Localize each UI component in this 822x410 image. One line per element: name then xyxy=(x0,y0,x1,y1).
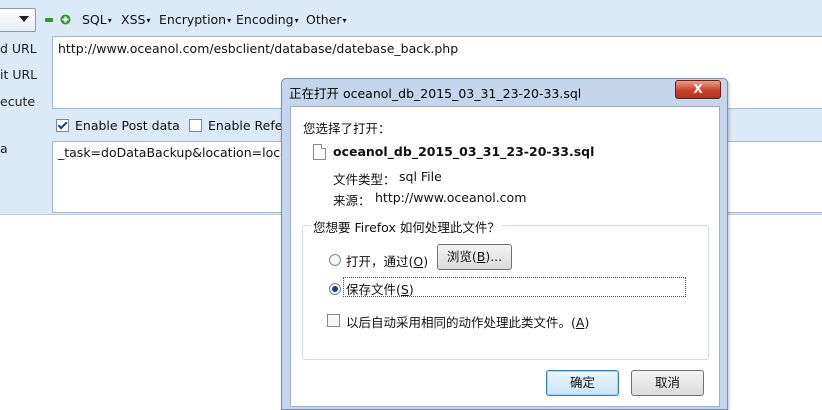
save-file-close-paren: ) xyxy=(408,282,414,297)
post-data-label: a xyxy=(0,141,8,156)
menu-xss[interactable]: XSS▾ xyxy=(121,12,150,27)
save-file-text: 保存文件( xyxy=(346,282,401,297)
menu-other-label: Other xyxy=(306,12,342,27)
browse-suffix: )... xyxy=(485,249,503,264)
browse-text: 浏览( xyxy=(446,249,477,264)
menu-other[interactable]: Other▾ xyxy=(306,12,347,27)
dropdown-arrow-icon: ▾ xyxy=(294,16,299,25)
file-icon xyxy=(313,144,326,160)
save-file-radio[interactable] xyxy=(329,283,341,295)
close-button[interactable]: X xyxy=(675,80,721,99)
url-value: http://www.oceanol.com/esbclient/databas… xyxy=(58,41,459,56)
source-label: 来源： xyxy=(333,193,371,208)
cancel-button[interactable]: 取消 xyxy=(631,370,704,396)
enable-referrer-checkbox[interactable]: Enable Refer xyxy=(189,118,288,133)
auto-action-close-paren: ) xyxy=(584,315,590,330)
chosen-label: 您选择了打开： xyxy=(303,121,391,136)
enable-post-checkbox[interactable]: Enable Post data xyxy=(56,118,180,133)
open-with-radio[interactable] xyxy=(329,254,341,266)
open-with-accesskey: O xyxy=(413,254,424,269)
menu-sql[interactable]: SQL▾ xyxy=(82,12,112,27)
save-file-label: 保存文件(S) xyxy=(346,279,414,298)
minus-icon[interactable] xyxy=(44,13,54,28)
dialog-title: 正在打开 oceanol_db_2015_03_31_23-20-33.sql xyxy=(289,86,582,101)
dialog-body: 您选择了打开： oceanol_db_2015_03_31_23-20-33.s… xyxy=(290,106,720,407)
split-url-button[interactable]: it URL xyxy=(0,67,37,82)
save-file-option[interactable]: 保存文件(S) xyxy=(343,277,686,297)
source-value: http://www.oceanol.com xyxy=(375,190,527,205)
enable-referrer-label: Enable Refer xyxy=(208,118,288,133)
dropdown-arrow-icon: ▾ xyxy=(342,16,347,25)
hackbar-toolbar: SQL▾ XSS▾ Encryption▾ Encoding▾ Other▾ xyxy=(0,5,822,33)
enable-post-label: Enable Post data xyxy=(75,118,180,133)
file-name: oceanol_db_2015_03_31_23-20-33.sql xyxy=(333,144,595,159)
menu-encryption[interactable]: Encryption▾ xyxy=(159,12,231,27)
plus-icon[interactable] xyxy=(60,13,71,28)
execute-button[interactable]: ecute xyxy=(0,94,35,109)
browse-button[interactable]: 浏览(B)... xyxy=(437,244,512,270)
checkbox-checked-icon xyxy=(56,119,69,132)
dropdown-arrow-icon: ▾ xyxy=(107,16,112,25)
file-type-value: sql File xyxy=(399,169,442,184)
file-type-label: 文件类型： xyxy=(333,172,396,187)
open-with-text: 打开，通过( xyxy=(346,254,414,269)
post-data-value: _task=doDataBackup&location=local xyxy=(58,145,292,160)
question-label: 您想要 Firefox 如何处理此文件？ xyxy=(311,217,502,236)
load-url-button[interactable]: d URL xyxy=(0,41,37,56)
auto-action-text: 以后自动采用相同的动作处理此类文件。( xyxy=(346,315,576,330)
open-with-label[interactable]: 打开，通过(O) xyxy=(346,251,428,270)
dropdown-arrow-icon: ▾ xyxy=(227,16,232,25)
auto-action-checkbox[interactable] xyxy=(327,314,340,327)
menu-encoding[interactable]: Encoding▾ xyxy=(236,12,299,27)
menu-encryption-label: Encryption xyxy=(159,12,227,27)
dropdown-arrow-icon: ▾ xyxy=(146,16,151,25)
file-open-dialog: 正在打开 oceanol_db_2015_03_31_23-20-33.sql … xyxy=(281,78,728,410)
menu-sql-label: SQL xyxy=(82,12,107,27)
action-group: 您想要 Firefox 如何处理此文件？ 打开，通过(O) 浏览(B)... 保… xyxy=(302,217,709,360)
ok-button[interactable]: 确定 xyxy=(546,370,619,396)
auto-action-label[interactable]: 以后自动采用相同的动作处理此类文件。(A) xyxy=(346,312,589,331)
menu-xss-label: XSS xyxy=(121,12,146,27)
open-with-close-paren: ) xyxy=(423,254,429,269)
checkbox-unchecked-icon xyxy=(189,119,202,132)
save-file-accesskey: S xyxy=(400,282,409,297)
menu-encoding-label: Encoding xyxy=(236,12,294,27)
load-url-dropdown[interactable] xyxy=(0,8,36,32)
chevron-down-icon xyxy=(19,16,29,22)
